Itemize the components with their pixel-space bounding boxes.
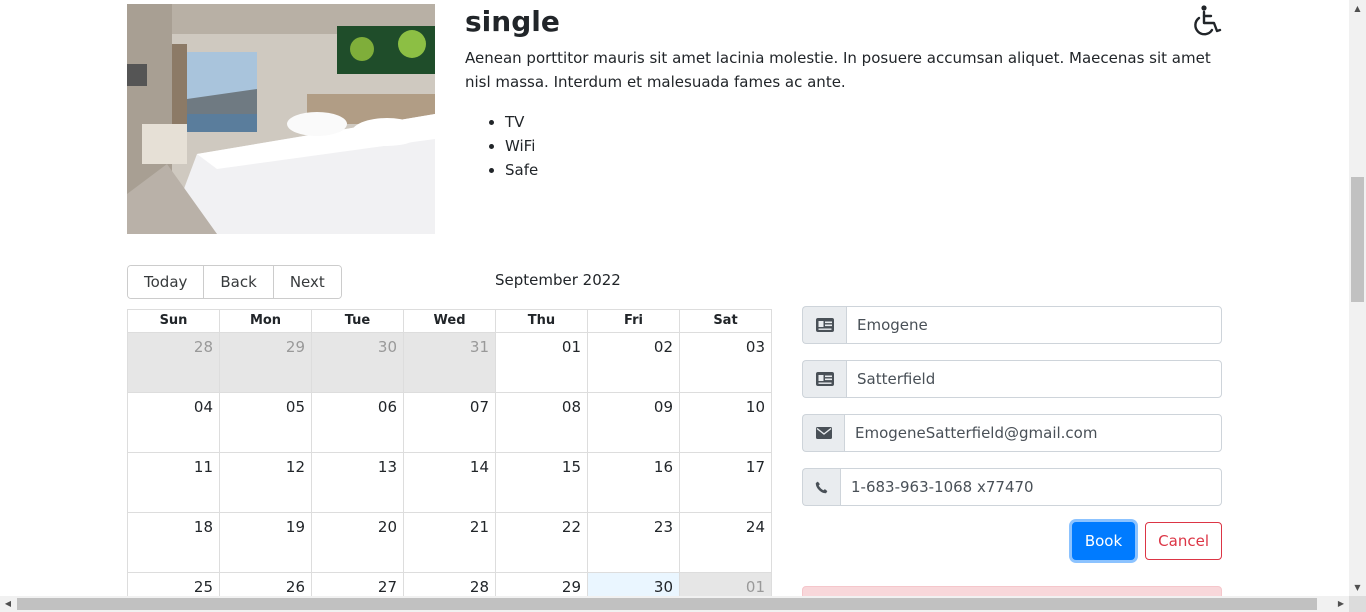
calendar-day[interactable]: 28 <box>128 333 220 392</box>
id-card-icon <box>802 306 846 344</box>
form-buttons: Book Cancel <box>802 522 1222 560</box>
calendar-day[interactable]: 30 <box>312 333 404 392</box>
next-button[interactable]: Next <box>273 266 341 298</box>
phone-icon <box>802 468 840 506</box>
weekday-header: Mon <box>220 310 312 332</box>
calendar-day[interactable]: 07 <box>404 393 496 452</box>
calendar-day[interactable]: 14 <box>404 453 496 512</box>
calendar-day[interactable]: 26 <box>220 573 312 596</box>
calendar-day[interactable]: 20 <box>312 513 404 572</box>
envelope-icon <box>802 414 844 452</box>
calendar-day[interactable]: 19 <box>220 513 312 572</box>
firstname-group <box>802 306 1222 344</box>
phone-group <box>802 468 1222 506</box>
lastname-input[interactable] <box>846 360 1222 398</box>
calendar-week-row: 04 05 06 07 08 09 10 <box>128 393 771 453</box>
calendar-day[interactable]: 02 <box>588 333 680 392</box>
calendar-day[interactable]: 10 <box>680 393 771 452</box>
weekday-header: Tue <box>312 310 404 332</box>
calendar-day[interactable]: 05 <box>220 393 312 452</box>
page-viewport: single Aenean porttitor mauris sit amet … <box>0 0 1349 596</box>
back-button[interactable]: Back <box>204 266 274 298</box>
calendar-day[interactable]: 11 <box>128 453 220 512</box>
calendar-day[interactable]: 29 <box>220 333 312 392</box>
vertical-scrollbar[interactable]: ▲ ▼ <box>1349 0 1366 596</box>
month-calendar: Sun Mon Tue Wed Thu Fri Sat 28 29 30 31 01 02… <box>127 309 772 596</box>
calendar-day[interactable]: 16 <box>588 453 680 512</box>
calendar-day[interactable]: 01 <box>496 333 588 392</box>
calendar-day[interactable]: 25 <box>128 573 220 596</box>
firstname-input[interactable] <box>846 306 1222 344</box>
calendar-week-row: 11 12 13 14 15 16 17 <box>128 453 771 513</box>
calendar-day-today[interactable]: 30 <box>588 573 680 596</box>
calendar-day[interactable]: 03 <box>680 333 771 392</box>
weekday-header: Wed <box>404 310 496 332</box>
calendar-day[interactable]: 31 <box>404 333 496 392</box>
calendar-week-row: 25 26 27 28 29 30 01 <box>128 573 771 596</box>
cancel-button[interactable]: Cancel <box>1145 522 1222 560</box>
today-button[interactable]: Today <box>128 266 205 298</box>
id-card-icon <box>802 360 846 398</box>
amenity-item: TV <box>505 110 538 134</box>
calendar-day[interactable]: 18 <box>128 513 220 572</box>
weekday-header: Fri <box>588 310 680 332</box>
scroll-left-icon[interactable]: ◀ <box>0 596 16 612</box>
scroll-up-icon[interactable]: ▲ <box>1349 0 1366 17</box>
phone-input[interactable] <box>840 468 1222 506</box>
email-input[interactable] <box>844 414 1222 452</box>
horizontal-scrollbar[interactable]: ◀ ▶ <box>0 596 1349 612</box>
calendar-day[interactable]: 23 <box>588 513 680 572</box>
email-group <box>802 414 1222 452</box>
booking-form: Book Cancel <box>802 306 1222 560</box>
calendar-month-label: September 2022 <box>495 271 621 289</box>
book-button[interactable]: Book <box>1071 522 1136 560</box>
horizontal-scroll-thumb[interactable] <box>17 598 1317 610</box>
scroll-right-icon[interactable]: ▶ <box>1333 596 1349 612</box>
calendar-day[interactable]: 29 <box>496 573 588 596</box>
calendar-day[interactable]: 28 <box>404 573 496 596</box>
calendar-day[interactable]: 12 <box>220 453 312 512</box>
scroll-down-icon[interactable]: ▼ <box>1349 579 1366 596</box>
calendar-day[interactable]: 01 <box>680 573 771 596</box>
calendar-day[interactable]: 24 <box>680 513 771 572</box>
calendar-week-row: 28 29 30 31 01 02 03 <box>128 333 771 393</box>
room-photo <box>127 4 435 234</box>
calendar-day[interactable]: 22 <box>496 513 588 572</box>
weekday-header: Sun <box>128 310 220 332</box>
calendar-day[interactable]: 21 <box>404 513 496 572</box>
calendar-day[interactable]: 04 <box>128 393 220 452</box>
calendar-day[interactable]: 15 <box>496 453 588 512</box>
calendar-day[interactable]: 06 <box>312 393 404 452</box>
calendar-week-row: 18 19 20 21 22 23 24 <box>128 513 771 573</box>
calendar-day[interactable]: 27 <box>312 573 404 596</box>
weekday-header: Thu <box>496 310 588 332</box>
wheelchair-icon <box>1188 3 1224 39</box>
error-alert <box>802 586 1222 596</box>
lastname-group <box>802 360 1222 398</box>
amenities-list: TV WiFi Safe <box>505 110 538 182</box>
scrollbar-corner <box>1349 596 1366 612</box>
vertical-scroll-thumb[interactable] <box>1351 177 1364 302</box>
room-title: single <box>465 5 560 38</box>
calendar-header: Sun Mon Tue Wed Thu Fri Sat <box>128 310 771 333</box>
calendar-day[interactable]: 09 <box>588 393 680 452</box>
weekday-header: Sat <box>713 313 738 328</box>
amenity-item: Safe <box>505 158 538 182</box>
room-description: Aenean porttitor mauris sit amet lacinia… <box>465 49 1211 91</box>
calendar-body: 28 29 30 31 01 02 03 04 05 06 07 08 09 10 11 12 13 14 15 16… <box>128 333 771 596</box>
calendar-day[interactable]: 13 <box>312 453 404 512</box>
amenity-item: WiFi <box>505 134 538 158</box>
calendar-toolbar: Today Back Next <box>127 265 342 299</box>
calendar-day[interactable]: 08 <box>496 393 588 452</box>
calendar-day[interactable]: 17 <box>680 453 771 512</box>
